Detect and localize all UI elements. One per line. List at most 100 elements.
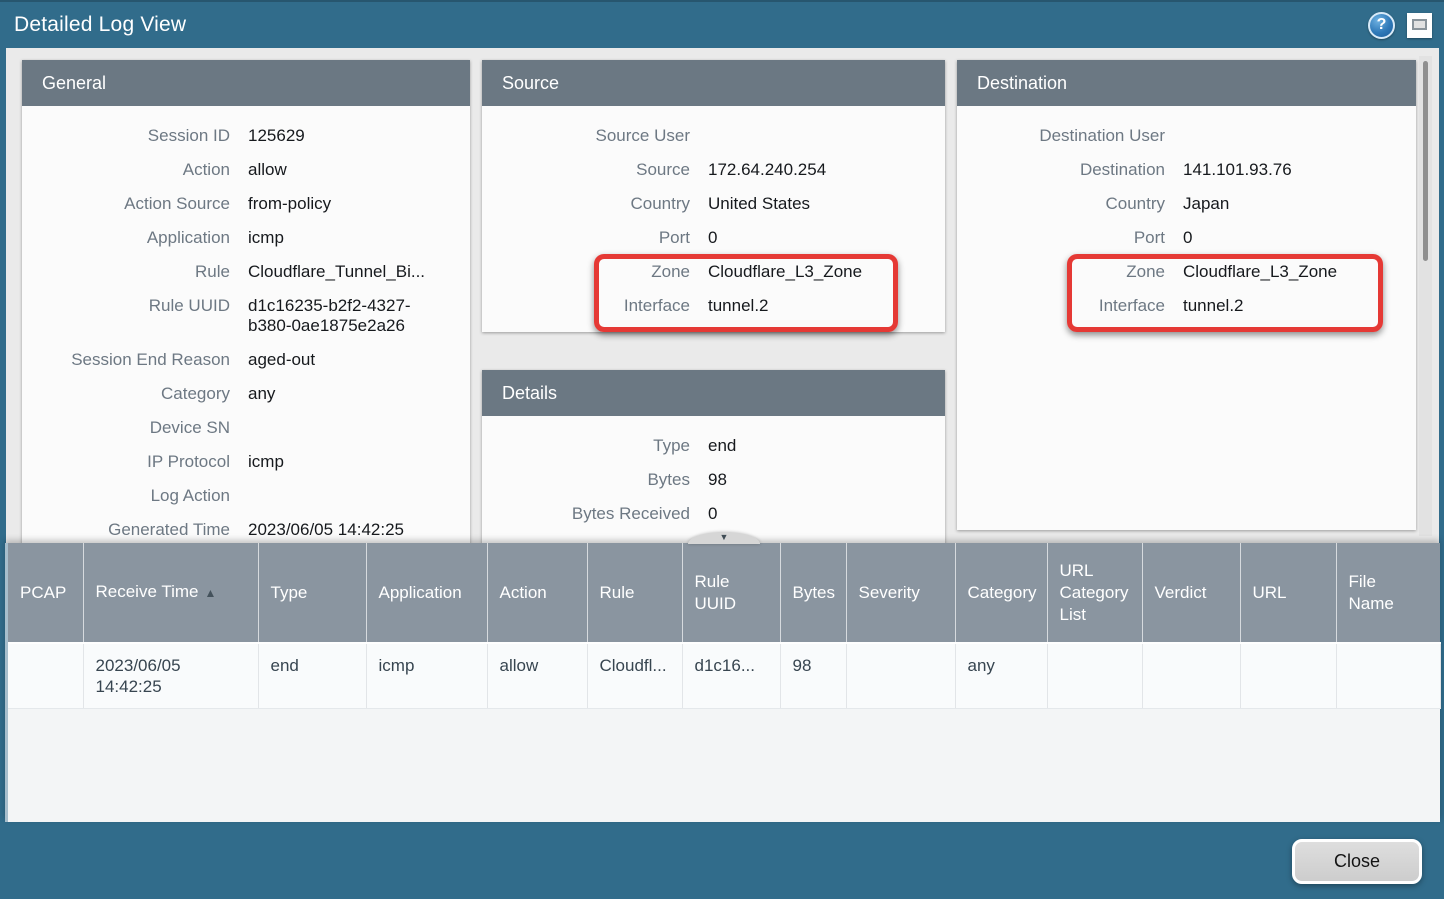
column-header-category[interactable]: Category [955, 543, 1047, 643]
field-label: Country [482, 194, 690, 214]
field-label: Interface [957, 296, 1165, 316]
log-table-section: ▼ PCAPReceive Time▲TypeApplicationAction… [5, 543, 1440, 822]
vertical-scrollbar[interactable] [1419, 56, 1432, 536]
field-row: Destination User [957, 119, 1390, 153]
field-row: Bytes 98 [482, 463, 919, 497]
general-panel: General Session ID 125629 ActionallowActio… [22, 60, 470, 543]
field-row: Destination 141.101.93.76 [957, 153, 1390, 187]
field-value: Cloudflare_L3_Zone [708, 262, 919, 282]
column-header-receive-time[interactable]: Receive Time▲ [83, 543, 258, 643]
field-label: Session ID [22, 126, 230, 146]
field-value: 172.64.240.254 [708, 160, 919, 180]
field-value: 0 [1183, 228, 1390, 248]
field-row: ZoneCloudflare_L3_Zone [957, 255, 1390, 289]
general-panel-header: General [22, 60, 470, 106]
field-label: Zone [482, 262, 690, 282]
field-row: Session End Reason aged-out [22, 343, 444, 377]
field-label: Action [22, 160, 230, 180]
table-cell [1240, 643, 1336, 708]
destination-panel: Destination Destination User Destination 1… [957, 60, 1416, 530]
details-panel-header: Details [482, 370, 945, 416]
field-value [1183, 126, 1390, 146]
field-value [248, 486, 444, 506]
field-row: Typeend [482, 429, 919, 463]
field-value: 141.101.93.76 [1183, 160, 1390, 180]
details-panel-body: TypeendBytes98Bytes Received0 [482, 416, 945, 541]
field-row: Port0 [957, 221, 1390, 255]
field-value: 0 [708, 228, 919, 248]
field-label: Session End Reason [22, 350, 230, 370]
table-cell: allow [487, 643, 587, 708]
field-value: 2023/06/05 14:42:25 [248, 520, 444, 540]
column-header-url-category-list[interactable]: URL Category List [1047, 543, 1142, 643]
window-restore-icon[interactable] [1407, 13, 1432, 38]
table-cell: end [258, 643, 366, 708]
field-label: Source [482, 160, 690, 180]
column-header-rule[interactable]: Rule [587, 543, 682, 643]
field-row: Rule UUIDd1c16235-b2f2-4327-b380-0ae1875… [22, 289, 444, 343]
log-table-head: PCAPReceive Time▲TypeApplicationActionRu… [8, 543, 1440, 643]
table-cell [8, 643, 83, 708]
field-label: Destination User [957, 126, 1165, 146]
field-row: Generated Time2023/06/05 14:42:25 [22, 513, 444, 543]
field-row: Port0 [482, 221, 919, 255]
field-value: end [708, 436, 919, 456]
close-button[interactable]: Close [1292, 839, 1422, 884]
general-panel-body: Session ID 125629 ActionallowAction Source… [22, 106, 470, 543]
table-cell: any [955, 643, 1047, 708]
field-row: Log Action [22, 479, 444, 513]
table-cell: icmp [366, 643, 487, 708]
column-header-verdict[interactable]: Verdict [1142, 543, 1240, 643]
destination-panel-header: Destination [957, 60, 1416, 106]
field-value: icmp [248, 228, 444, 248]
field-value: Japan [1183, 194, 1390, 214]
field-label: IP Protocol [22, 452, 230, 472]
field-label: Rule UUID [22, 296, 230, 336]
field-label: Log Action [22, 486, 230, 506]
dialog-titlebar: Detailed Log View ? [0, 0, 1444, 48]
source-panel: Source Source User Source 172.64.240.254 Co… [482, 60, 945, 332]
field-row: Actionallow [22, 153, 444, 187]
destination-panel-body: Destination User Destination 141.101.93.76… [957, 106, 1416, 333]
field-value: 98 [708, 470, 919, 490]
field-value: from-policy [248, 194, 444, 214]
field-value: tunnel.2 [708, 296, 919, 316]
field-label: Rule [22, 262, 230, 282]
field-value: 125629 [248, 126, 444, 146]
column-header-rule-uuid[interactable]: Rule UUID [682, 543, 780, 643]
scrollbar-thumb[interactable] [1423, 61, 1428, 261]
details-panel: Details TypeendBytes98Bytes Received0 [482, 370, 945, 543]
field-value: aged-out [248, 350, 444, 370]
source-panel-body: Source User Source 172.64.240.254 CountryUn… [482, 106, 945, 333]
field-row: Categoryany [22, 377, 444, 411]
column-header-bytes[interactable]: Bytes [780, 543, 846, 643]
sort-ascending-icon: ▲ [204, 586, 216, 600]
field-label: Source User [482, 126, 690, 146]
field-label: Destination [957, 160, 1165, 180]
field-value: icmp [248, 452, 444, 472]
field-row: Applicationicmp [22, 221, 444, 255]
field-row: Action Sourcefrom-policy [22, 187, 444, 221]
field-value: tunnel.2 [1183, 296, 1390, 316]
field-row: CountryJapan [957, 187, 1390, 221]
field-row: IP Protocol icmp [22, 445, 444, 479]
column-header-file-name[interactable]: File Name [1336, 543, 1440, 643]
field-value: Cloudflare_L3_Zone [1183, 262, 1390, 282]
titlebar-icons: ? [1368, 12, 1432, 39]
table-cell [1142, 643, 1240, 708]
log-table: PCAPReceive Time▲TypeApplicationActionRu… [8, 543, 1441, 709]
column-header-pcap[interactable]: PCAP [8, 543, 83, 643]
field-label: Interface [482, 296, 690, 316]
column-header-type[interactable]: Type [258, 543, 366, 643]
help-icon[interactable]: ? [1368, 12, 1395, 39]
column-header-action[interactable]: Action [487, 543, 587, 643]
column-header-application[interactable]: Application [366, 543, 487, 643]
table-row[interactable]: 2023/06/05 14:42:25endicmpallowCloudfl..… [8, 643, 1440, 708]
column-header-url[interactable]: URL [1240, 543, 1336, 643]
field-label: Bytes [482, 470, 690, 490]
field-row: CountryUnited States [482, 187, 919, 221]
column-header-severity[interactable]: Severity [846, 543, 955, 643]
window-restore-icon-glyph [1412, 19, 1427, 30]
field-row: Device SN [22, 411, 444, 445]
header-row: PCAPReceive Time▲TypeApplicationActionRu… [8, 543, 1440, 643]
